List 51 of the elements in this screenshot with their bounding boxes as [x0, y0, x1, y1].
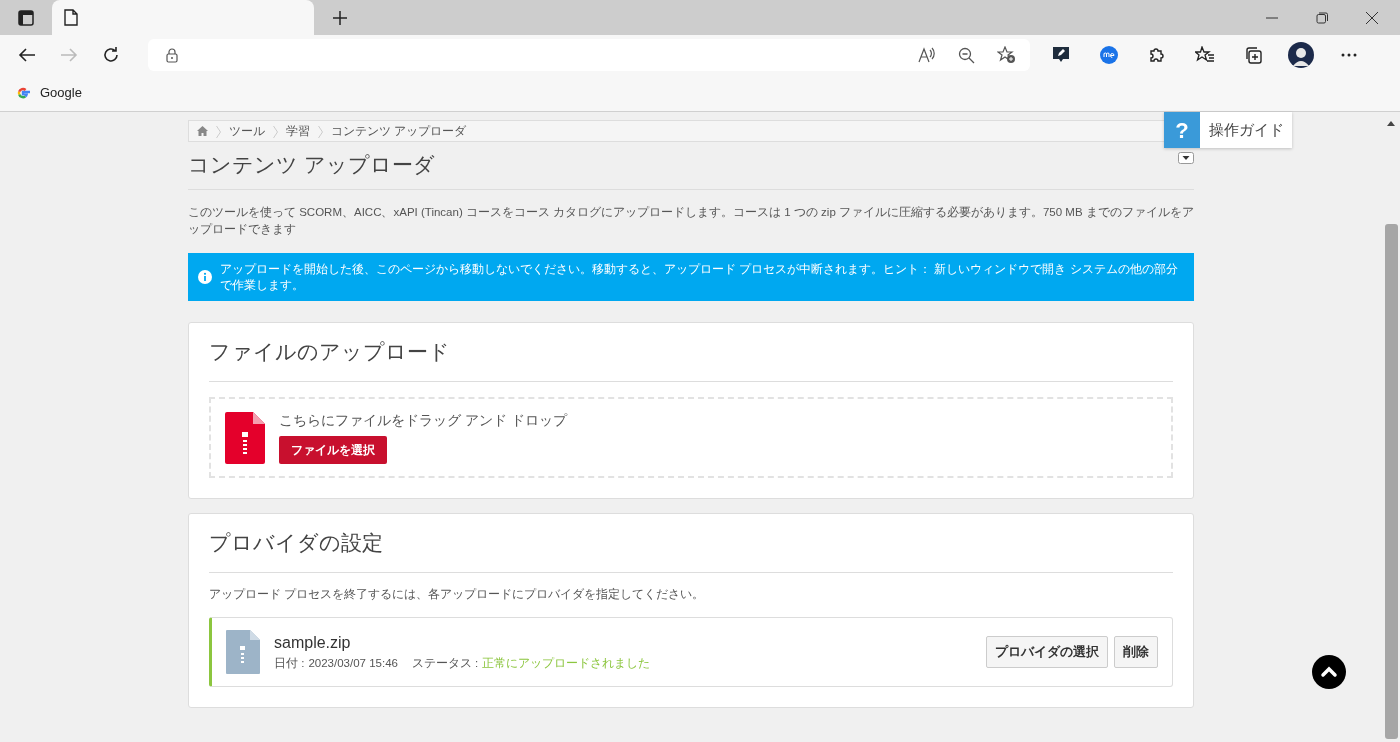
date-label: 日付 :	[274, 656, 305, 672]
new-tab-icon[interactable]	[332, 9, 348, 26]
chevron-icon	[318, 125, 323, 138]
breadcrumb-link[interactable]: 学習	[286, 122, 310, 140]
delete-button[interactable]: 削除	[1114, 635, 1158, 669]
select-provider-button[interactable]: プロバイダの選択	[986, 635, 1108, 669]
breadcrumb-current: コンテンツ アップローダ	[331, 123, 467, 140]
close-icon[interactable]	[1366, 11, 1378, 24]
alert-text: アップロードを開始した後、このページから移動しないでください。移動すると、アップロード プロセスが中断されます。ヒント： 新しいウィンドウで開き システムの他の部分で作業します。	[220, 262, 1179, 294]
help-label: 操作ガイド	[1208, 120, 1285, 140]
page-icon	[64, 9, 78, 26]
scroll-to-top-icon[interactable]	[1312, 655, 1346, 689]
zip-file-icon	[226, 630, 260, 675]
add-favorite-icon[interactable]	[997, 46, 1016, 64]
card-title: ファイルのアップロード	[209, 323, 1173, 383]
collapse-toggle-icon[interactable]	[1178, 152, 1194, 164]
upload-status: 正常にアップロードされました	[482, 656, 651, 672]
help-guide-button[interactable]: ? 操作ガイド	[1164, 112, 1292, 148]
drop-zone-text: こちらにファイルをドラッグ アンド ドロップ	[279, 412, 567, 431]
forward-arrow-icon	[60, 47, 78, 63]
instruction-text: アップロード プロセスを終了するには、各アップロードにプロバイダを指定してください。	[209, 586, 706, 602]
question-icon: ?	[1164, 112, 1200, 148]
avatar-icon	[1288, 42, 1314, 68]
lock-icon	[166, 47, 178, 63]
breadcrumb-link[interactable]: ツール	[229, 122, 265, 140]
puzzle-icon	[1148, 46, 1166, 64]
chevron-icon	[216, 125, 221, 138]
more-icon	[1341, 53, 1357, 57]
chevron-icon	[273, 125, 278, 138]
pencil-bubble-icon	[1051, 46, 1071, 64]
card-title: プロバイダの設定	[209, 513, 1173, 573]
tab-actions-icon[interactable]	[18, 9, 34, 26]
file-name: sample.zip	[274, 633, 352, 654]
home-icon[interactable]	[197, 126, 208, 136]
extension-logo-icon	[1100, 46, 1118, 64]
zip-file-icon	[225, 411, 265, 464]
upload-date: 2023/03/07 15:46	[308, 656, 398, 672]
back-arrow-icon	[18, 47, 36, 63]
status-label: ステータス :	[411, 656, 479, 672]
select-file-button[interactable]: ファイルを選択	[279, 435, 387, 464]
google-icon	[16, 86, 30, 100]
collections-icon	[1243, 45, 1263, 65]
refresh-icon	[102, 46, 120, 64]
star-list-icon	[1195, 46, 1215, 64]
restore-icon[interactable]	[1316, 11, 1328, 24]
info-icon	[198, 270, 212, 285]
description-text: このツールを使って SCORM、AICC、xAPI (Tincan) コースをコース カタログにアップロードします。コースは 1 つの zip ファイルに圧縮する必要があります。750 MB までのファイルをアップロードできます	[188, 205, 1194, 238]
zoom-out-icon[interactable]	[958, 46, 975, 64]
drop-zone[interactable]: こちらにファイルをドラッグ アンド ドロップ ファイルを選択	[209, 397, 1173, 478]
bookmark-link[interactable]: Google	[16, 83, 82, 103]
read-aloud-icon[interactable]	[918, 47, 936, 63]
